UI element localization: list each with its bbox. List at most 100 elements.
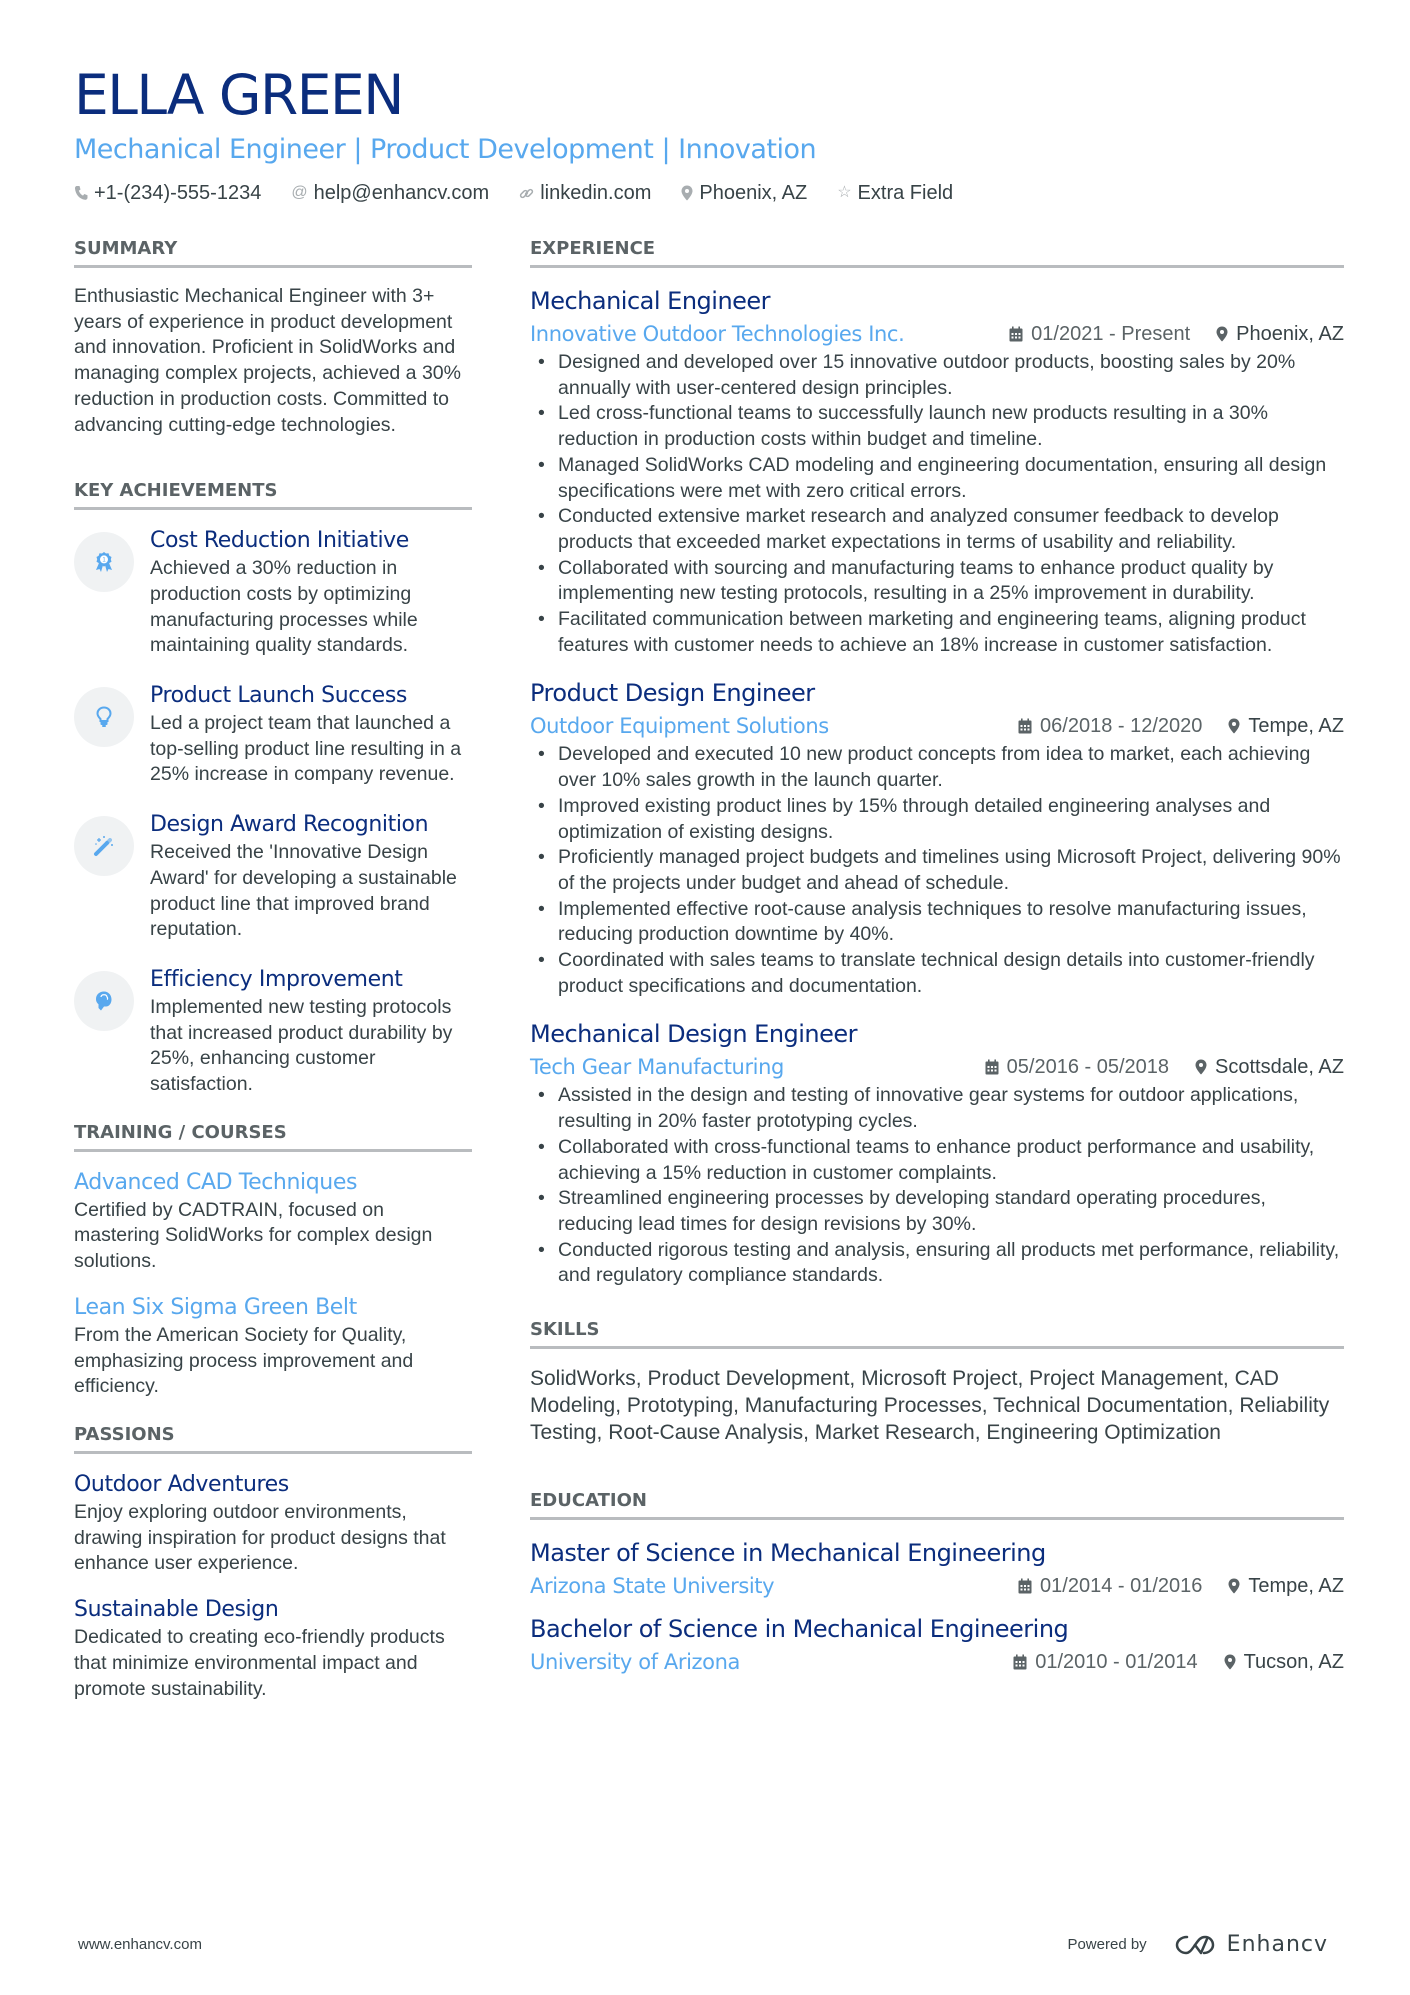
course-title: Advanced CAD Techniques	[74, 1169, 358, 1195]
phone-icon	[74, 185, 88, 201]
achievement-body: Product Launch Success Led a project tea…	[150, 681, 472, 788]
job-location: Phoenix, AZ	[1216, 318, 1344, 350]
achievement-item: Product Launch Success Led a project tea…	[74, 681, 472, 788]
passions-section: PASSIONS Outdoor Adventures Enjoy explor…	[74, 1422, 472, 1702]
job-bullet: Led cross-functional teams to successful…	[530, 401, 1344, 452]
section-title-passions: PASSIONS	[74, 1422, 472, 1454]
right-column: EXPERIENCE Mechanical Engineer Innovativ…	[530, 236, 1344, 1688]
left-column: SUMMARY Enthusiastic Mechanical Engineer…	[74, 236, 472, 1720]
summary-text: Enthusiastic Mechanical Engineer with 3+…	[74, 285, 461, 436]
location-pin-icon	[1224, 1654, 1236, 1670]
course-item: Lean Six Sigma Green Belt From the Ameri…	[74, 1293, 472, 1400]
job-meta: Innovative Outdoor Technologies Inc. 01/…	[530, 318, 1344, 350]
job-bullet: Implemented effective root-cause analysi…	[530, 897, 1344, 948]
job-location-text: Tempe, AZ	[1248, 715, 1344, 738]
passion-item: Outdoor Adventures Enjoy exploring outdo…	[74, 1470, 472, 1577]
contact-email[interactable]: @ help@enhancv.com	[291, 178, 489, 208]
contact-linkedin[interactable]: linkedin.com	[519, 178, 651, 208]
education-location: Tempe, AZ	[1228, 1570, 1344, 1602]
headline: Mechanical Engineer | Product Developmen…	[74, 134, 817, 165]
enhancv-brand[interactable]: Enhancv	[1173, 1932, 1328, 1957]
job-bullets: Developed and executed 10 new product co…	[530, 742, 1344, 999]
training-section: TRAINING / COURSES Advanced CAD Techniqu…	[74, 1120, 472, 1400]
location-text: Phoenix, AZ	[699, 182, 808, 204]
powered-by: Powered by Enhancv	[1067, 1932, 1328, 1957]
enhancv-logo-icon	[1175, 1935, 1214, 1954]
education-meta: University of Arizona 01/2010 - 01/2014 …	[530, 1646, 1344, 1678]
achievement-text: Received the 'Innovative Design Award' f…	[150, 841, 457, 941]
location-pin-icon	[1195, 1059, 1207, 1075]
job-bullet: Collaborated with cross-functional teams…	[530, 1135, 1344, 1186]
section-title-skills: SKILLS	[530, 1317, 1344, 1350]
job-title: Product Design Engineer	[530, 679, 815, 708]
job-bullet: Improved existing product lines by 15% t…	[530, 794, 1344, 845]
linkedin-text[interactable]: linkedin.com	[540, 178, 651, 208]
passion-item: Sustainable Design Dedicated to creating…	[74, 1595, 472, 1702]
achievement-item: 1 Cost Reduction Initiative Achieved a 3…	[74, 526, 472, 659]
contact-bar: +1-(234)-555-1234 @ help@enhancv.com lin…	[74, 178, 1344, 208]
job-bullets: Designed and developed over 15 innovativ…	[530, 350, 1344, 658]
job-bullet: Developed and executed 10 new product co…	[530, 742, 1344, 793]
summary-section: SUMMARY Enthusiastic Mechanical Engineer…	[74, 236, 472, 438]
job-dates: 06/2018 - 12/2020	[1018, 710, 1202, 742]
job-bullet: Streamlined engineering processes by dev…	[530, 1186, 1344, 1237]
achievement-title: Design Award Recognition	[150, 812, 429, 838]
footer-website-link[interactable]: www.enhancv.com	[78, 1936, 202, 1953]
job-bullet: Designed and developed over 15 innovativ…	[530, 350, 1344, 401]
calendar-icon	[1018, 1578, 1032, 1594]
location-pin-icon	[1216, 326, 1228, 342]
achievements-section: KEY ACHIEVEMENTS 1 Cost Reduction Initia…	[74, 478, 472, 1098]
education-dates-text: 01/2010 - 01/2014	[1035, 1651, 1198, 1674]
achievement-body: Design Award Recognition Received the 'I…	[150, 810, 472, 943]
achievement-title: Efficiency Improvement	[150, 966, 403, 992]
job-location-text: Phoenix, AZ	[1236, 323, 1344, 345]
job-location: Scottsdale, AZ	[1195, 1051, 1344, 1083]
job-bullet: Conducted extensive market research and …	[530, 504, 1344, 555]
passion-text: Enjoy exploring outdoor environments, dr…	[74, 1500, 446, 1575]
job-bullet: Collaborated with sourcing and manufactu…	[530, 556, 1344, 607]
job-entry: Product Design Engineer Outdoor Equipmen…	[530, 676, 1344, 999]
email-text[interactable]: help@enhancv.com	[314, 178, 490, 208]
achievement-body: Cost Reduction Initiative Achieved a 30%…	[150, 526, 472, 659]
passion-title: Sustainable Design	[74, 1597, 279, 1623]
skills-section: SKILLS SolidWorks, Product Development, …	[530, 1317, 1344, 1446]
education-dates: 01/2010 - 01/2014	[1013, 1646, 1198, 1678]
job-meta: Outdoor Equipment Solutions 06/2018 - 12…	[530, 710, 1344, 742]
achievement-text: Implemented new testing protocols that i…	[150, 995, 453, 1096]
education-location-text: Tucson, AZ	[1243, 1651, 1344, 1674]
job-meta-right: 05/2016 - 05/2018 Scottsdale, AZ	[985, 1051, 1344, 1083]
education-meta-right: 01/2010 - 01/2014 Tucson, AZ	[1013, 1646, 1344, 1678]
star-icon: ☆	[837, 184, 852, 201]
company-name: Outdoor Equipment Solutions	[530, 714, 829, 739]
achievement-item: Design Award Recognition Received the 'I…	[74, 810, 472, 943]
education-entry: Master of Science in Mechanical Engineer…	[530, 1536, 1344, 1602]
brand-name: Enhancv	[1226, 1932, 1328, 1957]
education-meta: Arizona State University 01/2014 - 01/20…	[530, 1570, 1344, 1602]
job-dates-text: 05/2016 - 05/2018	[1006, 1056, 1170, 1079]
job-bullets: Assisted in the design and testing of in…	[530, 1083, 1344, 1289]
passion-text: Dedicated to creating eco-friendly produ…	[74, 1626, 445, 1700]
job-bullet: Proficiently managed project budgets and…	[530, 845, 1344, 896]
section-title-achievements: KEY ACHIEVEMENTS	[74, 478, 472, 511]
job-dates: 01/2021 - Present	[1009, 318, 1190, 350]
job-title: Mechanical Engineer	[530, 287, 771, 315]
section-title-summary: SUMMARY	[74, 236, 472, 268]
course-title: Lean Six Sigma Green Belt	[74, 1294, 357, 1320]
achievement-text: Achieved a 30% reduction in production c…	[150, 557, 418, 657]
job-dates-text: 01/2021 - Present	[1031, 323, 1191, 345]
job-location-text: Scottsdale, AZ	[1215, 1056, 1344, 1079]
job-title: Mechanical Design Engineer	[530, 1020, 858, 1049]
phone-text: +1-(234)-555-1234	[94, 182, 262, 204]
company-name: Tech Gear Manufacturing	[530, 1055, 784, 1080]
location-pin-icon	[1228, 718, 1240, 734]
lightbulb-icon	[74, 687, 134, 748]
course-text: From the American Society for Quality, e…	[74, 1323, 414, 1398]
section-title-education: EDUCATION	[530, 1488, 1344, 1521]
education-location-text: Tempe, AZ	[1248, 1575, 1344, 1598]
education-dates: 01/2014 - 01/2016	[1018, 1570, 1202, 1602]
powered-by-label: Powered by	[1067, 1936, 1147, 1953]
head-brain-icon	[74, 970, 134, 1031]
section-title-training: TRAINING / COURSES	[74, 1120, 472, 1152]
school-name: Arizona State University	[530, 1574, 775, 1599]
job-location: Tempe, AZ	[1228, 710, 1344, 742]
